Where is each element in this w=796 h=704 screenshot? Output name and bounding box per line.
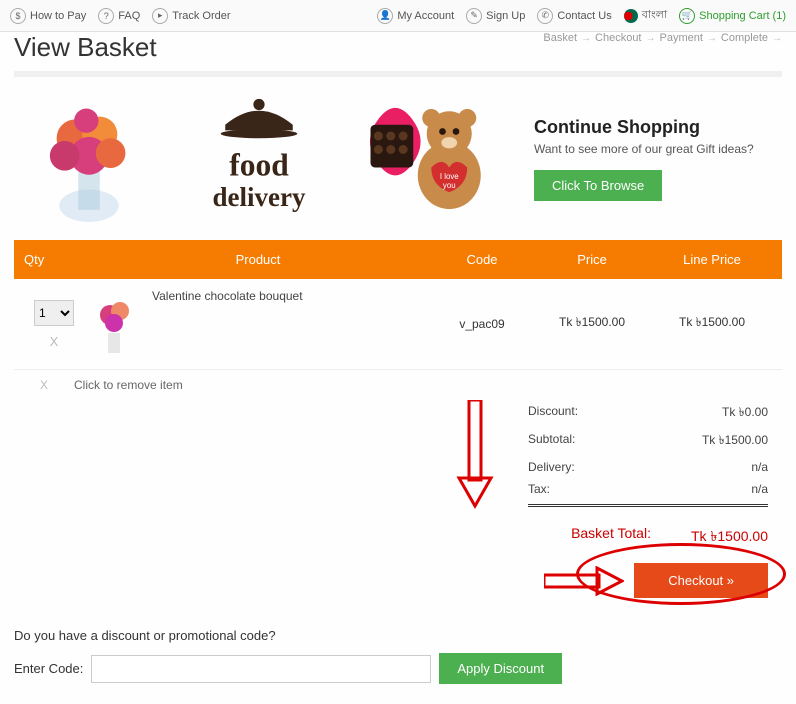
top-bar: $ How to Pay ? FAQ ▸ Track Order 👤 My Ac… <box>0 0 796 32</box>
shopping-cart-link[interactable]: 🛒 Shopping Cart (1) <box>679 8 786 24</box>
page-title: View Basket <box>14 32 157 63</box>
product-thumbnail <box>84 289 144 359</box>
svg-text:I love: I love <box>440 172 459 181</box>
track-order-link[interactable]: ▸ Track Order <box>152 8 230 24</box>
basket-total-label: Basket Total: <box>571 525 651 549</box>
myaccount-label: My Account <box>397 10 454 22</box>
remove-x-hint[interactable]: X <box>14 378 74 392</box>
cart-label: Shopping Cart (1) <box>699 10 786 22</box>
sign-up-link[interactable]: ✎ Sign Up <box>466 8 525 24</box>
signup-label: Sign Up <box>486 10 525 22</box>
chevron-right-icon: → <box>581 33 591 44</box>
dollar-icon: $ <box>10 8 26 24</box>
chevron-right-icon: → <box>646 33 656 44</box>
annotation-arrow-right-icon <box>544 566 624 596</box>
th-product: Product <box>84 252 432 267</box>
tax-value: n/a <box>751 482 768 496</box>
discount-code-label: Enter Code: <box>14 661 83 676</box>
cart-icon: 🛒 <box>679 8 695 24</box>
product-price: Tk ৳1500.00 <box>532 314 652 334</box>
bc-step-complete: Complete <box>721 32 768 44</box>
continue-title: Continue Shopping <box>534 117 782 138</box>
browse-button[interactable]: Click To Browse <box>534 170 662 201</box>
question-icon: ? <box>98 8 114 24</box>
promo-row: food delivery I love you Continue Shoppi… <box>0 91 796 240</box>
checkout-row: Checkout » <box>0 559 796 618</box>
basket-total-value: Tk ৳1500.00 <box>691 525 768 549</box>
basket-table: Qty Product Code Price Line Price 1 X Va… <box>14 240 782 370</box>
remove-label: Click to remove item <box>74 378 183 392</box>
svg-text:delivery: delivery <box>213 182 306 212</box>
chevron-right-icon: → <box>772 33 782 44</box>
basket-total-row: Basket Total: Tk ৳1500.00 <box>0 511 796 559</box>
table-header: Qty Product Code Price Line Price <box>14 240 782 279</box>
totals-section: Discount: Tk ৳0.00 Subtotal: Tk ৳1500.00 D… <box>0 400 796 511</box>
bc-step-checkout: Checkout <box>595 32 641 44</box>
continue-shopping-box: Continue Shopping Want to see more of ou… <box>524 117 782 201</box>
bangladesh-flag-icon <box>624 9 638 23</box>
annotation-arrow-down-icon <box>455 400 495 510</box>
howtopay-link[interactable]: $ How to Pay <box>10 8 86 24</box>
my-account-link[interactable]: 👤 My Account <box>377 8 454 24</box>
faq-label: FAQ <box>118 10 140 22</box>
signup-icon: ✎ <box>466 8 482 24</box>
delivery-value: n/a <box>751 460 768 474</box>
remove-item-x[interactable]: X <box>24 334 84 349</box>
breadcrumb: Basket → Checkout → Payment → Complete → <box>543 32 782 44</box>
user-icon: 👤 <box>377 8 393 24</box>
track-label: Track Order <box>172 10 230 22</box>
bc-step-basket: Basket <box>543 32 577 44</box>
contact-us-link[interactable]: ✆ Contact Us <box>537 8 611 24</box>
checkout-button[interactable]: Checkout » <box>634 563 768 598</box>
discount-value: Tk ৳0.00 <box>722 404 768 424</box>
th-price: Price <box>532 252 652 267</box>
promo-image-teddy-chocolates: I love you <box>354 91 504 226</box>
header-row: View Basket Basket → Checkout → Payment … <box>0 32 796 63</box>
howtopay-label: How to Pay <box>30 10 86 22</box>
discount-label: Discount: <box>528 404 578 424</box>
discount-code-input[interactable] <box>91 655 431 683</box>
subtotal-label: Subtotal: <box>528 432 575 452</box>
language-link[interactable]: বাংলা <box>624 6 667 25</box>
tax-label: Tax: <box>528 482 550 496</box>
discount-area: Do you have a discount or promotional co… <box>0 618 796 704</box>
apply-discount-button[interactable]: Apply Discount <box>439 653 562 684</box>
svg-text:food: food <box>229 147 289 182</box>
play-icon: ▸ <box>152 8 168 24</box>
lang-label: বাংলা <box>642 6 667 25</box>
discount-question: Do you have a discount or promotional co… <box>14 628 782 643</box>
promo-image-food-delivery: food delivery <box>184 91 334 226</box>
delivery-label: Delivery: <box>528 460 575 474</box>
th-qty: Qty <box>24 252 84 267</box>
bc-step-payment: Payment <box>660 32 703 44</box>
continue-subtitle: Want to see more of our great Gift ideas… <box>534 142 782 156</box>
table-row: 1 X Valentine chocolate bouquet v_pac09 … <box>14 279 782 370</box>
faq-link[interactable]: ? FAQ <box>98 8 140 24</box>
contact-label: Contact Us <box>557 10 611 22</box>
product-code: v_pac09 <box>432 317 532 331</box>
promo-image-flowers <box>14 91 164 226</box>
chevron-right-icon: → <box>707 33 717 44</box>
divider <box>14 71 782 77</box>
product-name: Valentine chocolate bouquet <box>152 289 303 303</box>
qty-select[interactable]: 1 <box>34 300 74 326</box>
phone-icon: ✆ <box>537 8 553 24</box>
subtotal-value: Tk ৳1500.00 <box>702 432 768 452</box>
product-line-price: Tk ৳1500.00 <box>652 314 772 334</box>
remove-note-row: X Click to remove item <box>0 370 796 400</box>
svg-text:you: you <box>443 181 456 190</box>
th-code: Code <box>432 252 532 267</box>
th-line-price: Line Price <box>652 252 772 267</box>
